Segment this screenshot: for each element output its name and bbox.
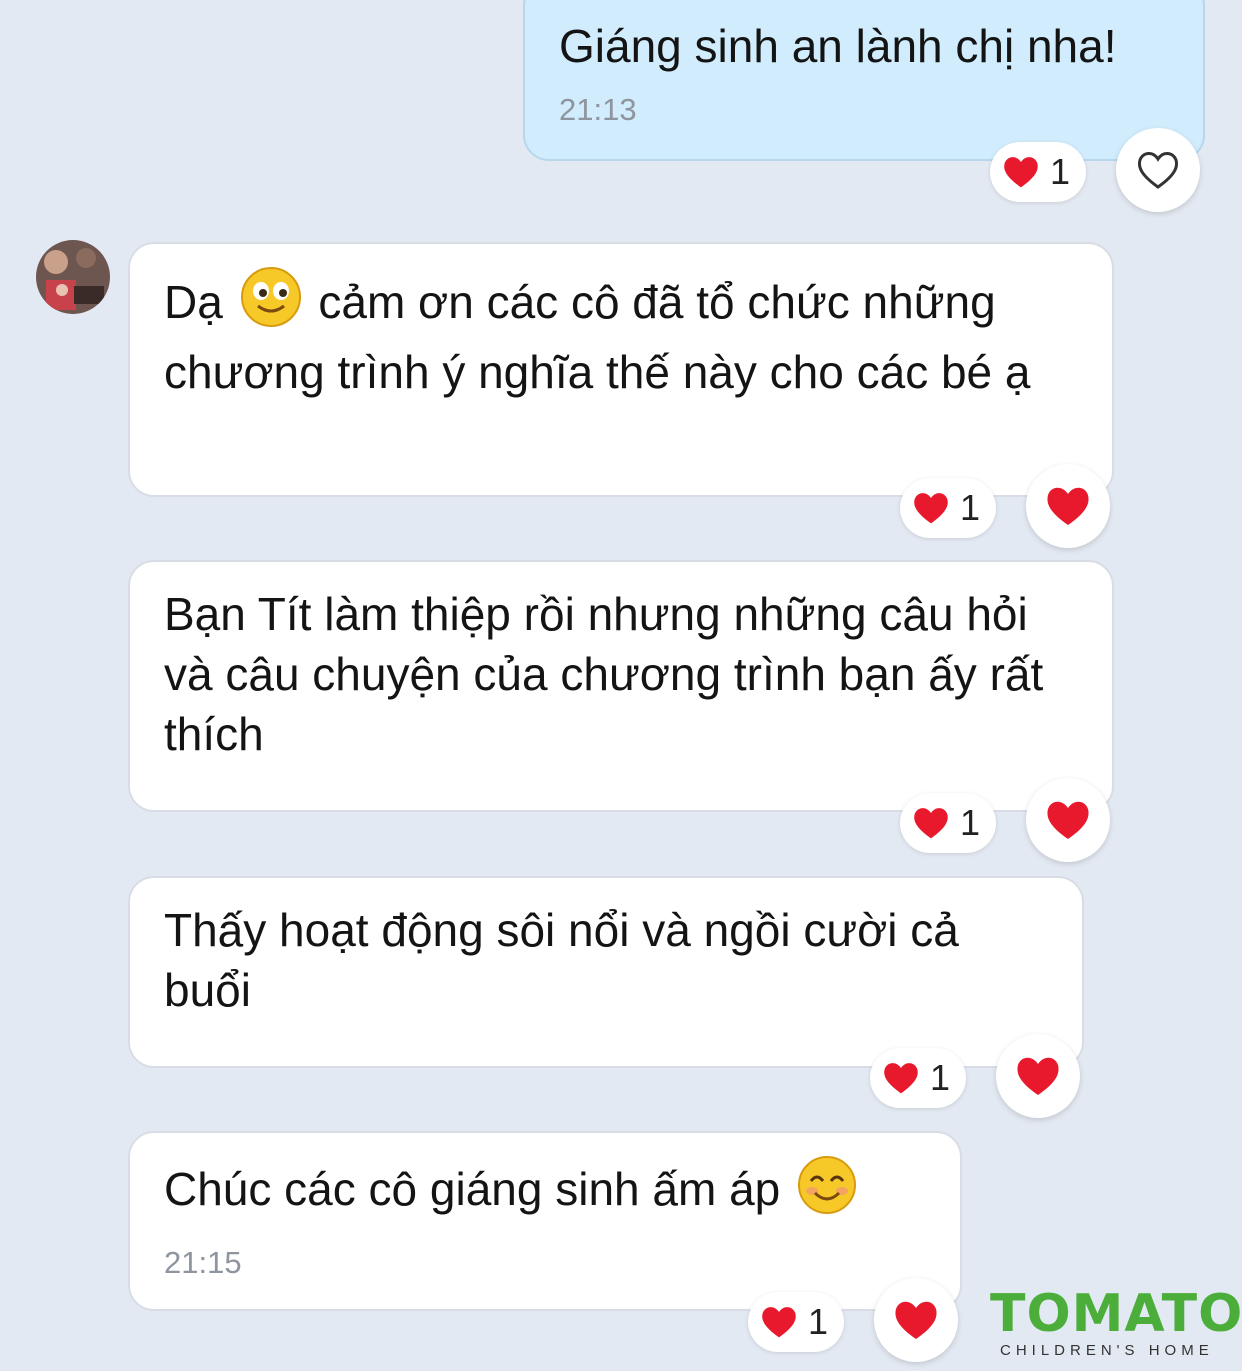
heart-icon — [884, 1063, 918, 1094]
reaction-count-badge[interactable]: 1 — [900, 793, 996, 853]
reaction-count: 1 — [807, 1301, 828, 1342]
message-bubble-incoming[interactable]: Thấy hoạt động sôi nổi và ngồi cười cả b… — [128, 876, 1084, 1068]
heart-icon — [914, 808, 948, 839]
reaction-count: 1 — [1049, 151, 1070, 192]
message-bubble-incoming[interactable]: Chúc các cô giáng sinh ấm áp 21:15 — [128, 1131, 962, 1311]
heart-outline-icon — [1138, 152, 1178, 189]
reaction-count: 1 — [929, 1057, 950, 1098]
message-text: Bạn Tít làm thiệp rồi nhưng những câu hỏ… — [164, 588, 1044, 760]
message-text: Thấy hoạt động sôi nổi và ngồi cười cả b… — [164, 904, 959, 1016]
react-heart-button[interactable] — [1026, 464, 1110, 548]
heart-icon — [1004, 157, 1038, 188]
heart-icon — [914, 493, 948, 524]
react-heart-button[interactable] — [996, 1034, 1080, 1118]
reaction-count-badge[interactable]: 1 — [900, 478, 996, 538]
reaction-count-badge[interactable]: 1 — [870, 1048, 966, 1108]
heart-icon — [1047, 801, 1089, 839]
reaction-count: 1 — [959, 802, 980, 843]
logo-subtitle: CHILDREN'S HOME — [1000, 1342, 1214, 1359]
message-bubble-incoming[interactable]: Dạ cảm ơn các cô đã tổ chức những chương… — [128, 242, 1114, 497]
reaction-count-badge[interactable]: 1 — [990, 142, 1086, 202]
react-heart-button[interactable] — [1116, 128, 1200, 212]
logo-title: TOMATO — [990, 1284, 1242, 1344]
message-text: Giáng sinh an lành chị nha! — [559, 20, 1117, 72]
react-heart-button[interactable] — [1026, 778, 1110, 862]
heart-icon — [1017, 1057, 1059, 1095]
message-text-part: Dạ — [164, 276, 236, 328]
tomato-logo: TOMATO CHILDREN'S HOME — [990, 1284, 1242, 1359]
smiling-eyes-emoji — [797, 1155, 857, 1229]
react-heart-button[interactable] — [874, 1278, 958, 1362]
reaction-count-badge[interactable]: 1 — [748, 1292, 844, 1352]
message-time: 21:13 — [559, 92, 637, 127]
message-text: Chúc các cô giáng sinh ấm áp — [164, 1163, 794, 1215]
contact-avatar[interactable] — [36, 240, 110, 314]
heart-icon — [762, 1307, 796, 1338]
message-time: 21:15 — [164, 1245, 242, 1280]
smiling-face-emoji — [240, 266, 302, 342]
message-bubble-incoming[interactable]: Bạn Tít làm thiệp rồi nhưng những câu hỏ… — [128, 560, 1114, 812]
heart-icon — [1047, 487, 1089, 525]
heart-icon — [895, 1301, 937, 1339]
message-bubble-outgoing[interactable]: Giáng sinh an lành chị nha! 21:13 — [523, 0, 1205, 161]
reaction-count: 1 — [959, 487, 980, 528]
